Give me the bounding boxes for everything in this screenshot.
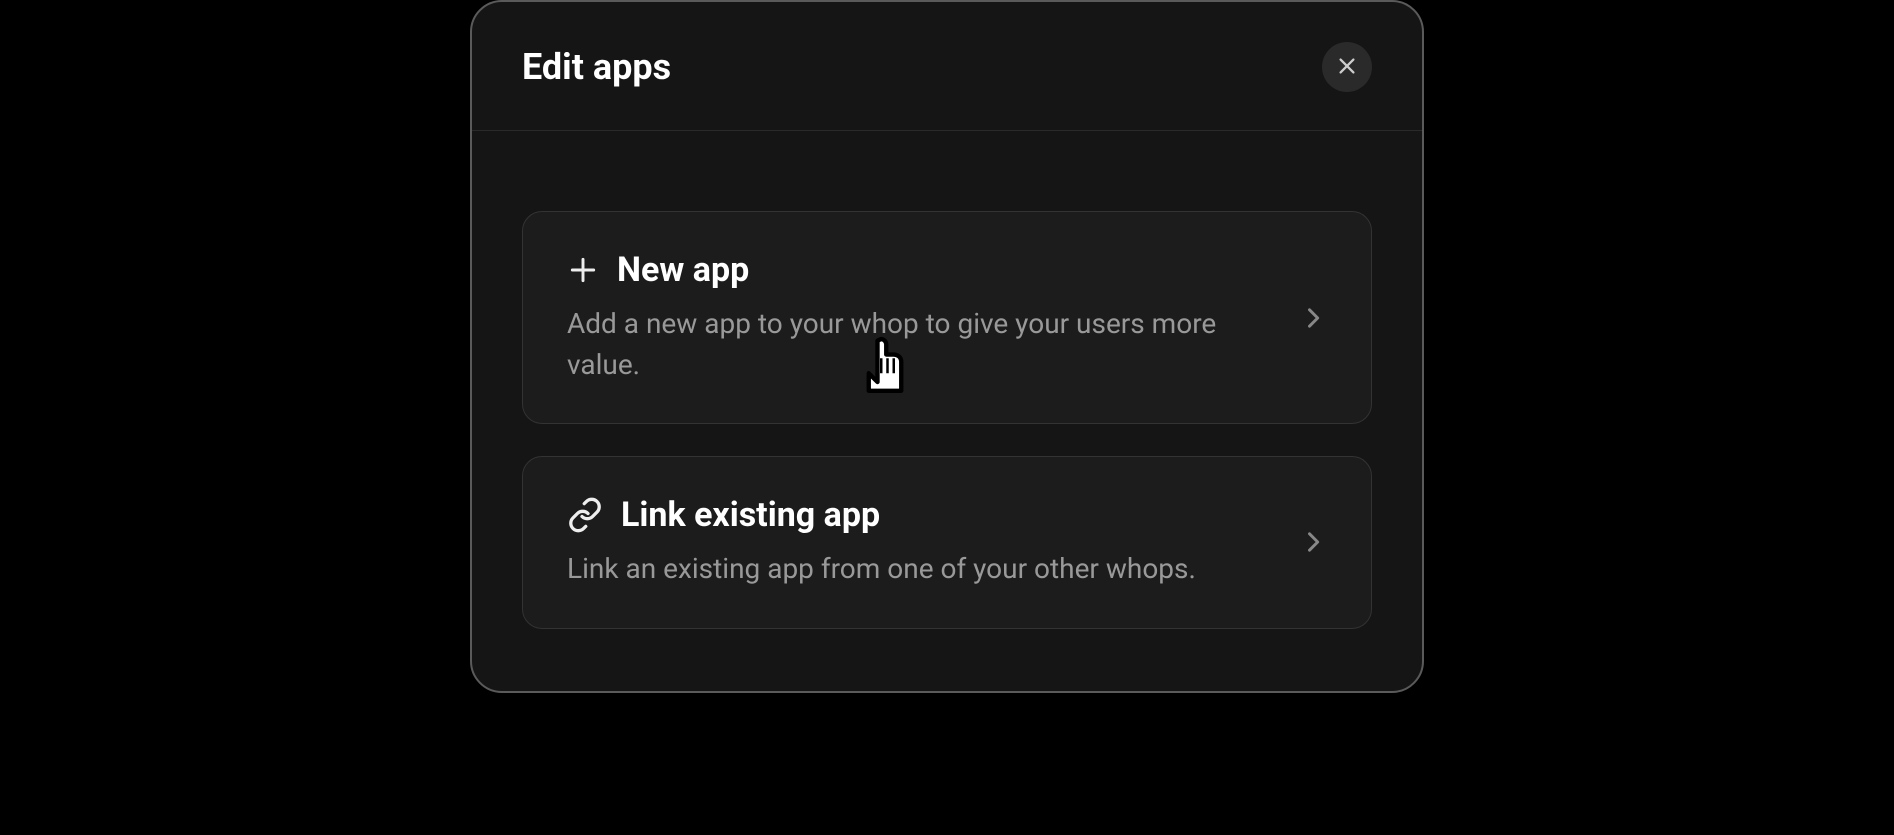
option-title-row: Link existing app — [567, 495, 1299, 535]
link-existing-app-option[interactable]: Link existing app Link an existing app f… — [522, 456, 1372, 629]
option-description: Add a new app to your whop to give your … — [567, 304, 1287, 385]
link-icon — [567, 497, 603, 533]
chevron-right-icon — [1299, 304, 1327, 332]
option-description: Link an existing app from one of your ot… — [567, 549, 1287, 590]
edit-apps-modal: Edit apps New — [470, 0, 1424, 693]
new-app-option[interactable]: New app Add a new app to your whop to gi… — [522, 211, 1372, 424]
modal-body: New app Add a new app to your whop to gi… — [472, 131, 1422, 691]
option-title: New app — [617, 250, 749, 290]
option-content: New app Add a new app to your whop to gi… — [567, 250, 1299, 385]
modal-title: Edit apps — [522, 46, 671, 88]
close-icon — [1336, 55, 1358, 80]
option-content: Link existing app Link an existing app f… — [567, 495, 1299, 590]
option-title: Link existing app — [621, 495, 880, 535]
modal-header: Edit apps — [472, 2, 1422, 131]
chevron-right-icon — [1299, 528, 1327, 556]
plus-icon — [567, 254, 599, 286]
option-title-row: New app — [567, 250, 1299, 290]
close-button[interactable] — [1322, 42, 1372, 92]
